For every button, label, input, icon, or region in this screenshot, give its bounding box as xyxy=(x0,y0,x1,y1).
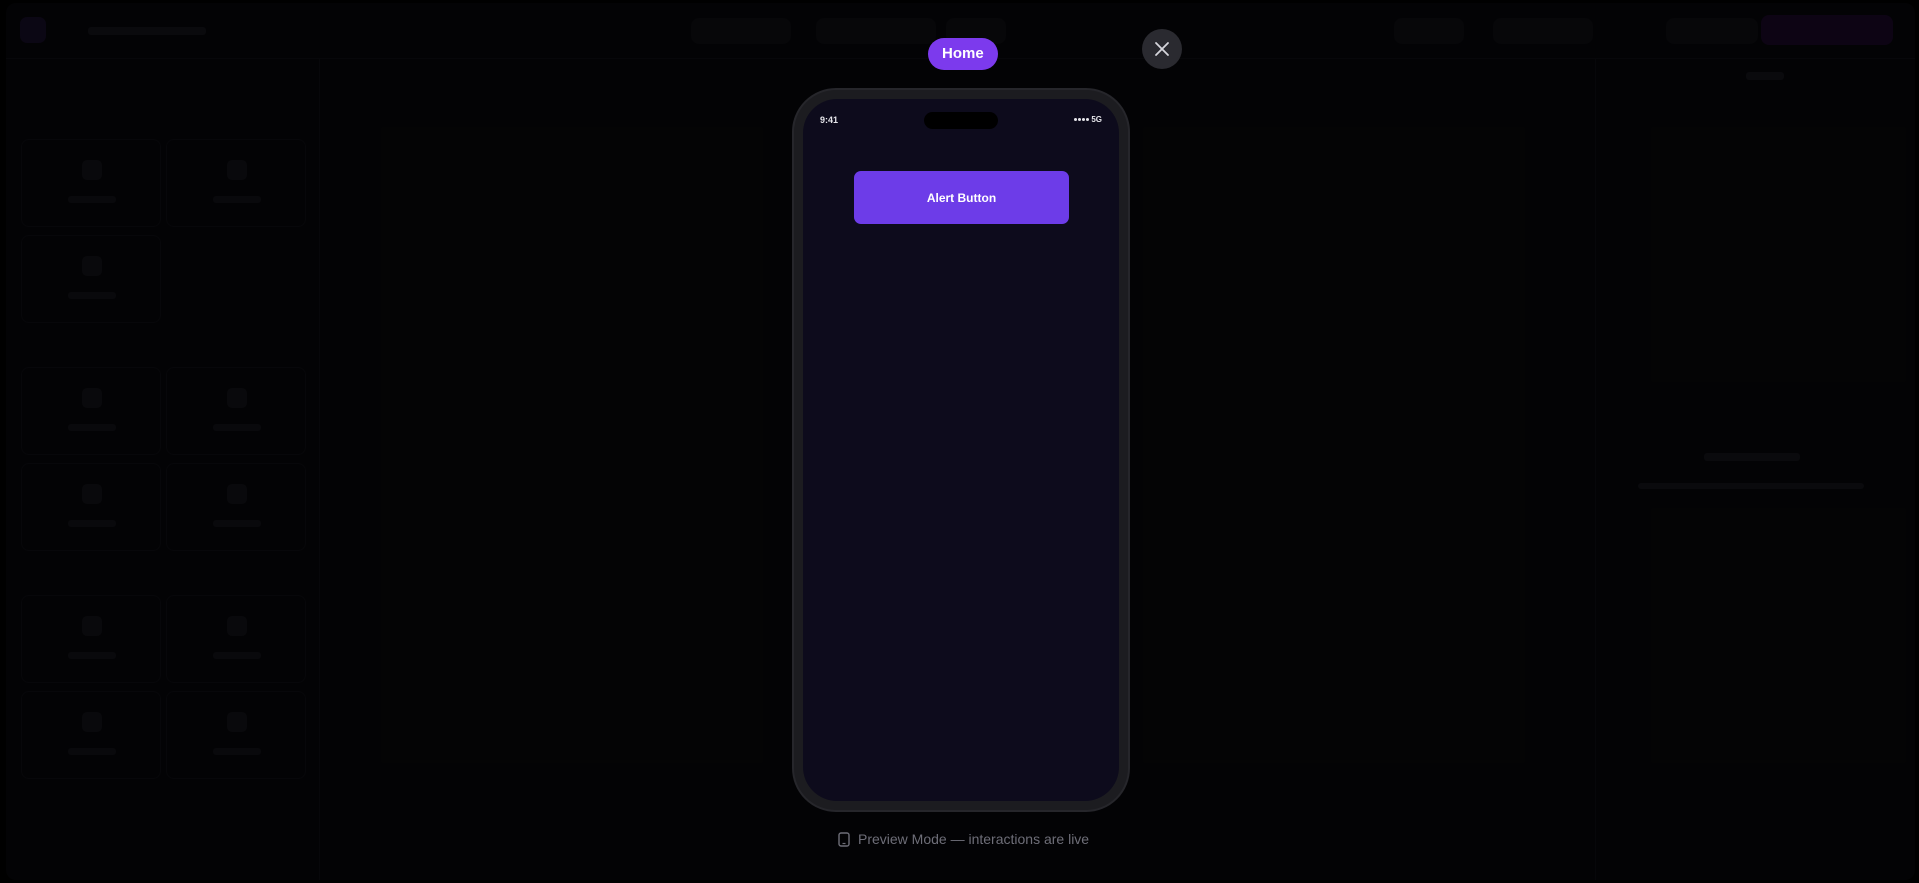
phone-frame: 9:41 5G Alert Button xyxy=(792,88,1130,812)
phone-icon xyxy=(838,831,850,847)
preview-caption-text: Preview Mode — interactions are live xyxy=(858,831,1090,847)
status-time: 9:41 xyxy=(820,115,839,125)
app-window: Home 9:41 5G Alert Button Preview Mode —… xyxy=(0,0,1919,883)
network-label: 5G xyxy=(1091,115,1102,124)
preview-mode-caption: Preview Mode — interactions are live xyxy=(838,829,1089,849)
screen-name-badge: Home xyxy=(928,38,998,70)
close-preview-button[interactable] xyxy=(1142,29,1182,69)
close-icon xyxy=(1155,42,1169,56)
phone-screen: 9:41 5G Alert Button xyxy=(803,99,1119,801)
alert-button[interactable]: Alert Button xyxy=(854,171,1069,224)
signal-dots-icon xyxy=(1074,118,1090,121)
status-indicators: 5G xyxy=(1074,115,1102,124)
dynamic-island xyxy=(924,112,998,129)
